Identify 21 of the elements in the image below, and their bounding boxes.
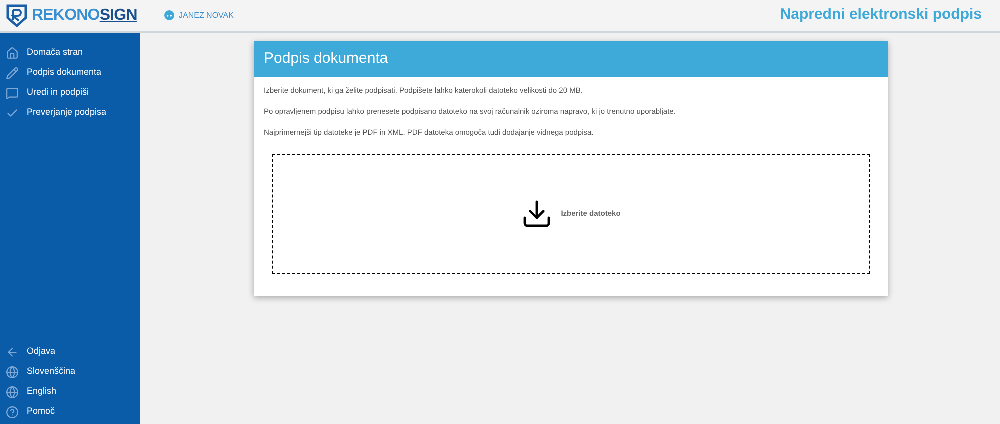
globe-icon <box>6 366 19 378</box>
sidebar-item[interactable]: Podpis dokumenta <box>27 66 102 80</box>
app-title: Napredni elektronski podpis <box>780 5 982 26</box>
card-title: Podpis dokumenta <box>264 48 388 69</box>
sidebar-item[interactable]: Pomoč <box>27 405 56 419</box>
sidebar-item[interactable]: Uredi in podpiši <box>27 86 90 100</box>
sidebar-item[interactable]: English <box>27 385 57 399</box>
home-icon <box>6 46 19 60</box>
sidebar-item[interactable]: Odjava <box>27 345 56 359</box>
sidebar-item[interactable]: Slovenščina <box>27 365 76 379</box>
avatar-icon <box>164 10 175 21</box>
message-icon <box>6 86 19 100</box>
arrow-left-icon <box>6 346 19 358</box>
help-icon <box>6 406 19 418</box>
sidebar-item[interactable]: Preverjanje podpisa <box>27 106 107 120</box>
sidebar-item[interactable]: Domača stran <box>27 46 84 60</box>
globe-icon <box>6 386 19 398</box>
logo-icon <box>6 4 28 28</box>
check-icon <box>6 106 19 120</box>
logo-text: REKONOSIGN <box>32 6 138 26</box>
pencil-icon <box>6 66 19 80</box>
